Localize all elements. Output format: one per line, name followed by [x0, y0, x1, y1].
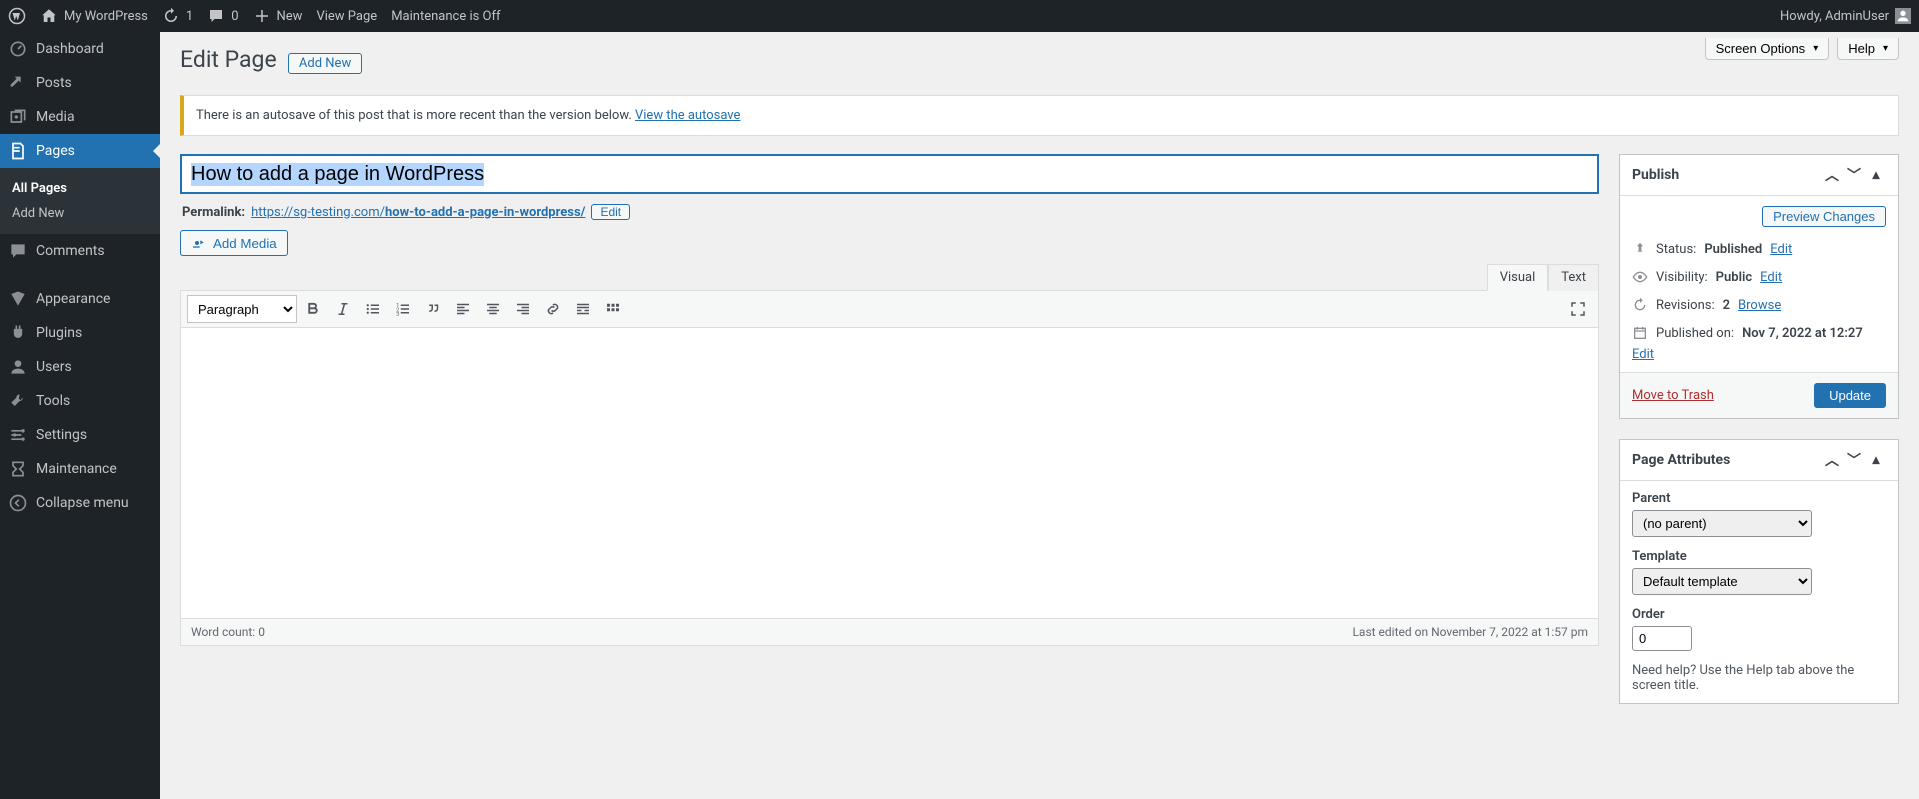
template-label: Template: [1632, 549, 1886, 564]
permalink-link[interactable]: https://sg-testing.com/how-to-add-a-page…: [251, 205, 585, 220]
edit-visibility-link[interactable]: Edit: [1760, 270, 1782, 285]
update-button[interactable]: Update: [1814, 383, 1886, 408]
editor-toolbar: Paragraph 123: [181, 291, 1598, 328]
italic-button[interactable]: [329, 295, 357, 323]
fullscreen-button[interactable]: [1564, 295, 1592, 323]
format-select[interactable]: Paragraph: [187, 295, 297, 323]
bold-button[interactable]: [299, 295, 327, 323]
maintenance-link[interactable]: Maintenance is Off: [391, 9, 500, 24]
sidebar-item-appearance[interactable]: Appearance: [0, 282, 160, 316]
comments-link[interactable]: 0: [207, 7, 238, 25]
autosave-notice: There is an autosave of this post that i…: [180, 95, 1899, 136]
ul-button[interactable]: [359, 295, 387, 323]
link-button[interactable]: [539, 295, 567, 323]
sidebar-item-tools[interactable]: Tools: [0, 384, 160, 418]
sidebar-item-settings[interactable]: Settings: [0, 418, 160, 452]
edit-status-link[interactable]: Edit: [1770, 242, 1792, 257]
preview-changes-button[interactable]: Preview Changes: [1762, 206, 1886, 227]
avatar: [1895, 8, 1911, 24]
permalink-row: Permalink: https://sg-testing.com/how-to…: [180, 194, 1599, 230]
add-new-button[interactable]: Add New: [288, 53, 362, 74]
chevron-down-icon[interactable]: ﹀: [1844, 450, 1864, 470]
new-link[interactable]: New: [253, 7, 303, 25]
caret-up-icon[interactable]: ▴: [1866, 165, 1886, 185]
ol-button[interactable]: 123: [389, 295, 417, 323]
history-icon: [1632, 297, 1648, 313]
template-select[interactable]: Default template: [1632, 568, 1812, 595]
help-button[interactable]: Help: [1837, 38, 1899, 60]
caret-up-icon[interactable]: ▴: [1866, 450, 1886, 470]
view-page-link[interactable]: View Page: [316, 9, 377, 24]
svg-text:3: 3: [396, 312, 399, 318]
site-link[interactable]: My WordPress: [40, 7, 148, 25]
word-count: Word count: 0: [191, 625, 265, 639]
view-autosave-link[interactable]: View the autosave: [635, 108, 740, 123]
sidebar-item-media[interactable]: Media: [0, 100, 160, 134]
submenu-add-new[interactable]: Add New: [0, 201, 160, 226]
collapse-menu[interactable]: Collapse menu: [0, 486, 160, 520]
updates-link[interactable]: 1: [162, 7, 193, 25]
editor-body[interactable]: [181, 328, 1598, 618]
page-attributes-box: Page Attributes ︿ ﹀ ▴ Parent (no parent)…: [1619, 439, 1899, 704]
align-center-button[interactable]: [479, 295, 507, 323]
submenu-all-pages[interactable]: All Pages: [0, 176, 160, 201]
wp-logo[interactable]: [8, 7, 26, 25]
admin-bar: My WordPress 1 0 New View Page Maintenan…: [0, 0, 1919, 32]
eye-icon: [1632, 269, 1648, 285]
tab-text[interactable]: Text: [1548, 264, 1599, 291]
screen-options-button[interactable]: Screen Options: [1705, 38, 1830, 60]
sidebar-item-comments[interactable]: Comments: [0, 234, 160, 268]
sidebar-submenu: All Pages Add New: [0, 168, 160, 234]
edit-slug-button[interactable]: Edit: [591, 204, 630, 220]
publish-box: Publish ︿ ﹀ ▴ Preview Changes Status: Pu…: [1619, 154, 1899, 419]
help-text: Need help? Use the Help tab above the sc…: [1632, 663, 1886, 693]
sidebar-item-plugins[interactable]: Plugins: [0, 316, 160, 350]
chevron-up-icon[interactable]: ︿: [1822, 450, 1842, 470]
editor: Paragraph 123 Word co: [180, 290, 1599, 646]
chevron-up-icon[interactable]: ︿: [1822, 165, 1842, 185]
pin-icon: [1632, 241, 1648, 257]
howdy-user[interactable]: Howdy, AdminUser: [1780, 8, 1911, 24]
page-heading: Edit Page: [180, 46, 277, 73]
sidebar-item-dashboard[interactable]: Dashboard: [0, 32, 160, 66]
browse-revisions-link[interactable]: Browse: [1738, 298, 1781, 313]
last-edited: Last edited on November 7, 2022 at 1:57 …: [1352, 625, 1588, 639]
align-left-button[interactable]: [449, 295, 477, 323]
more-button[interactable]: [569, 295, 597, 323]
main-content: Screen Options Help Edit Page Add New Th…: [160, 32, 1919, 764]
edit-date-link[interactable]: Edit: [1632, 347, 1654, 362]
parent-label: Parent: [1632, 491, 1886, 506]
calendar-icon: [1632, 325, 1648, 341]
move-to-trash-link[interactable]: Move to Trash: [1632, 388, 1714, 403]
admin-sidebar: Dashboard Posts Media Pages All Pages Ad…: [0, 32, 160, 799]
sidebar-item-posts[interactable]: Posts: [0, 66, 160, 100]
media-icon: [191, 235, 207, 251]
parent-select[interactable]: (no parent): [1632, 510, 1812, 537]
order-input[interactable]: [1632, 626, 1692, 651]
sidebar-item-users[interactable]: Users: [0, 350, 160, 384]
toolbar-toggle-button[interactable]: [599, 295, 627, 323]
add-media-button[interactable]: Add Media: [180, 230, 288, 256]
quote-button[interactable]: [419, 295, 447, 323]
tab-visual[interactable]: Visual: [1487, 264, 1549, 291]
chevron-down-icon[interactable]: ﹀: [1844, 165, 1864, 185]
order-label: Order: [1632, 607, 1886, 622]
sidebar-item-maintenance[interactable]: Maintenance: [0, 452, 160, 486]
align-right-button[interactable]: [509, 295, 537, 323]
title-input[interactable]: [180, 154, 1599, 194]
sidebar-item-pages[interactable]: Pages: [0, 134, 160, 168]
